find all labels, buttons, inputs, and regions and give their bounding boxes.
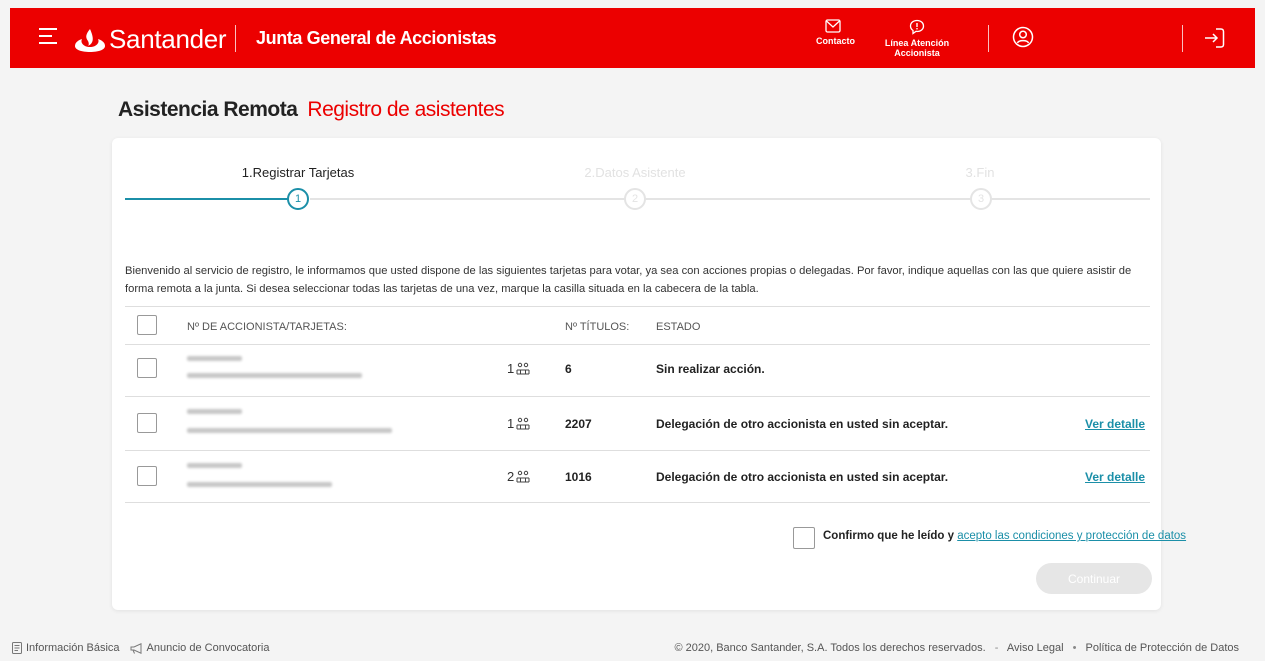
row-checkbox[interactable] — [137, 413, 157, 433]
stepper-progress-line — [125, 198, 288, 200]
view-detail-link[interactable]: Ver detalle — [1085, 417, 1145, 431]
table-divider — [125, 306, 1150, 307]
envelope-icon — [825, 19, 841, 33]
page-subtitle: Registro de asistentes — [307, 98, 505, 121]
contact-label: Contacto — [816, 36, 855, 46]
card-count-value: 1 — [507, 416, 515, 431]
step-1-label: 1.Registrar Tarjetas — [241, 165, 355, 180]
footer-links-right: © 2020, Banco Santander, S.A. Todos los … — [674, 642, 1239, 654]
titles-value: 6 — [565, 362, 572, 376]
shareholder-line-link[interactable]: Línea Atención Accionista — [865, 19, 969, 58]
titles-value: 1016 — [565, 470, 592, 484]
redacted-account-id — [187, 463, 242, 468]
col-header-accionista: Nº DE ACCIONISTA/TARJETAS: — [187, 321, 347, 333]
contact-link[interactable]: Contacto — [816, 19, 855, 46]
select-all-checkbox[interactable] — [137, 315, 157, 335]
redacted-holder-name — [187, 482, 332, 487]
card-count: 1 — [507, 416, 530, 431]
redacted-account-id — [187, 356, 242, 361]
logout-icon[interactable] — [1203, 27, 1225, 54]
stepper-track-line — [310, 198, 1150, 200]
announcement-link[interactable]: Anuncio de Convocatoria — [130, 642, 270, 654]
status-text: Delegación de otro accionista en usted s… — [656, 470, 949, 484]
table-divider — [125, 450, 1150, 451]
step-2-marker: 2 — [624, 188, 646, 210]
card-count-value: 2 — [507, 469, 515, 484]
redacted-account-id — [187, 409, 242, 414]
row-checkbox[interactable] — [137, 466, 157, 486]
table-divider — [125, 344, 1150, 345]
terms-text: Confirmo que he leído y acepto las condi… — [823, 530, 1186, 542]
people-icon — [516, 470, 530, 483]
intro-text: Bienvenido al servicio de registro, le i… — [125, 265, 1132, 295]
view-detail-link[interactable]: Ver detalle — [1085, 470, 1145, 484]
card-count: 1 — [507, 361, 530, 376]
redacted-holder-name — [187, 428, 392, 433]
megaphone-icon — [130, 642, 142, 654]
card-count-value: 1 — [507, 361, 515, 376]
flame-icon — [75, 28, 105, 52]
basic-info-label: Información Básica — [26, 642, 120, 654]
header-divider — [1182, 25, 1183, 52]
user-profile-icon[interactable] — [1012, 26, 1034, 53]
people-icon — [516, 362, 530, 375]
header-divider — [988, 25, 989, 52]
people-icon — [516, 417, 530, 430]
santander-logo[interactable]: Santander — [75, 24, 227, 55]
step-3-marker: 3 — [970, 188, 992, 210]
step-2-label: 2.Datos Asistente — [584, 165, 686, 180]
terms-prefix: Confirmo que he leído y — [823, 530, 954, 542]
privacy-policy-link[interactable]: Política de Protección de Datos — [1086, 642, 1239, 654]
titles-value: 2207 — [565, 417, 592, 431]
table-divider — [125, 502, 1150, 503]
shareholder-line-label: Línea Atención Accionista — [884, 38, 950, 58]
terms-link[interactable]: acepto las condiciones y protección de d… — [957, 530, 1186, 542]
copyright-text: © 2020, Banco Santander, S.A. Todos los … — [674, 642, 986, 654]
page-title-main: Asistencia Remota — [118, 98, 298, 121]
terms-checkbox[interactable] — [793, 527, 815, 549]
table-divider — [125, 396, 1150, 397]
legal-notice-link[interactable]: Aviso Legal — [1007, 642, 1064, 654]
app-title: Junta General de Accionistas — [256, 28, 497, 48]
row-checkbox[interactable] — [137, 358, 157, 378]
menu-icon[interactable] — [39, 28, 57, 44]
page-title: Asistencia Remota Registro de asistentes — [118, 98, 505, 122]
step-1-marker: 1 — [287, 188, 309, 210]
col-header-estado: ESTADO — [656, 321, 701, 333]
col-header-titulos: Nº TÍTULOS: — [565, 321, 630, 333]
status-text: Sin realizar acción. — [656, 362, 765, 376]
top-header: Santander Junta General de Accionistas C… — [10, 8, 1255, 68]
card-count: 2 — [507, 469, 530, 484]
footer-links-left: Información Básica Anuncio de Convocator… — [12, 642, 279, 654]
status-text: Delegación de otro accionista en usted s… — [656, 417, 949, 431]
redacted-holder-name — [187, 373, 362, 378]
announcement-label: Anuncio de Convocatoria — [146, 642, 270, 654]
basic-info-link[interactable]: Información Básica — [12, 642, 120, 654]
step-3-label: 3.Fin — [965, 165, 995, 180]
header-divider — [235, 25, 236, 52]
continue-button[interactable]: Continuar — [1036, 563, 1152, 594]
document-icon — [12, 642, 22, 654]
brand-name: Santander — [109, 24, 227, 54]
chat-bubble-icon — [909, 19, 925, 35]
